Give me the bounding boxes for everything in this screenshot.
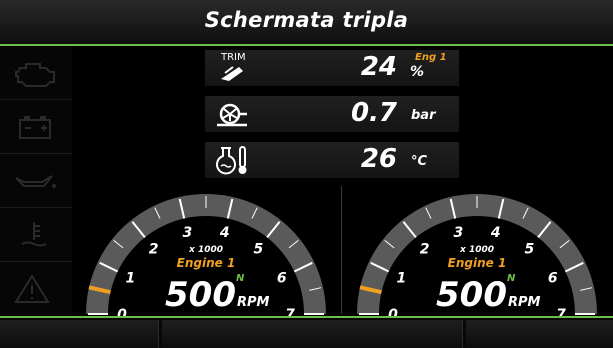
gear-indicator: N xyxy=(236,273,245,284)
gear-indicator: N xyxy=(507,273,516,284)
page-title: Schermata tripla xyxy=(204,8,409,32)
rpm-unit: RPM xyxy=(237,295,270,310)
rpm-value: 500 xyxy=(165,275,236,315)
rpm-unit: RPM xyxy=(508,295,541,310)
gauge-tick-label: 2 xyxy=(149,241,159,257)
sidebar xyxy=(0,46,72,316)
bottom-button-right[interactable] xyxy=(466,320,613,348)
coolant-temp-icon xyxy=(21,222,47,247)
boost-panel[interactable]: 0.7 bar xyxy=(205,96,459,132)
tachometer-gauges: 0123 4567 x 1000 Engine 1 N 500 RPM 0123 4… xyxy=(86,194,597,316)
warning-triangle-icon xyxy=(14,274,50,303)
gauge-tick-label: 0 xyxy=(117,307,127,316)
turbo-boost-icon xyxy=(217,103,247,127)
gauge-tick-label: 1 xyxy=(396,271,406,287)
gauge-tick-label: 5 xyxy=(254,241,264,257)
trim-icon xyxy=(221,66,243,81)
gauge-tick-label: 0 xyxy=(388,307,398,316)
coolant-temperature-icon xyxy=(216,146,247,175)
gauge-engine-label: Engine 1 xyxy=(448,256,507,270)
bottom-bar xyxy=(0,316,613,348)
gauge-tick-label: 6 xyxy=(277,271,287,287)
rpm-multiplier: x 1000 xyxy=(459,245,494,255)
gauge-tick-label: 3 xyxy=(182,225,192,241)
rpm-multiplier: x 1000 xyxy=(188,245,223,255)
gauge-tick-label: 2 xyxy=(420,241,430,257)
bottom-button-left[interactable] xyxy=(0,320,159,348)
trim-engine-label: Eng 1 xyxy=(415,52,447,63)
gauge-tick-label: 1 xyxy=(125,271,135,287)
coolant-unit: °C xyxy=(411,154,428,169)
coolant-panel[interactable]: 26 °C xyxy=(205,142,459,178)
gauge-tick-label: 4 xyxy=(490,225,501,241)
gauge-engine-label: Engine 1 xyxy=(177,256,236,270)
gauge-tick-label: 7 xyxy=(556,307,566,316)
rpm-value: 500 xyxy=(436,275,507,315)
bottom-button-center[interactable] xyxy=(162,320,463,348)
sidebar-item-warning[interactable] xyxy=(0,262,72,315)
tachometer-left: 0123 4567 x 1000 Engine 1 N 500 RPM xyxy=(86,194,326,316)
trim-unit: % xyxy=(410,64,425,80)
coolant-value: 26 xyxy=(360,144,397,174)
check-engine-icon xyxy=(15,63,55,87)
boost-value: 0.7 xyxy=(350,98,397,128)
gauge-tick-label: 5 xyxy=(525,241,535,257)
battery-icon xyxy=(19,116,51,139)
oil-pressure-icon xyxy=(15,175,56,188)
sidebar-item-engine[interactable] xyxy=(0,46,72,100)
gauge-tick-label: 3 xyxy=(453,225,463,241)
gauge-tick-label: 6 xyxy=(548,271,558,287)
sidebar-item-battery[interactable] xyxy=(0,100,72,154)
gauge-tick-label: 7 xyxy=(285,307,295,316)
boost-unit: bar xyxy=(411,108,436,123)
trim-value: 24 xyxy=(360,52,397,82)
trim-label: TRIM xyxy=(221,52,246,63)
trim-panel[interactable]: TRIM 24 % Eng 1 xyxy=(205,50,459,86)
sidebar-item-oil[interactable] xyxy=(0,154,72,208)
tachometer-right: 0123 4567 x 1000 Engine 1 N 500 RPM xyxy=(357,194,597,316)
title-bar: Schermata tripla xyxy=(0,0,613,46)
sidebar-item-coolant[interactable] xyxy=(0,208,72,262)
gauge-tick-label: 4 xyxy=(219,225,230,241)
